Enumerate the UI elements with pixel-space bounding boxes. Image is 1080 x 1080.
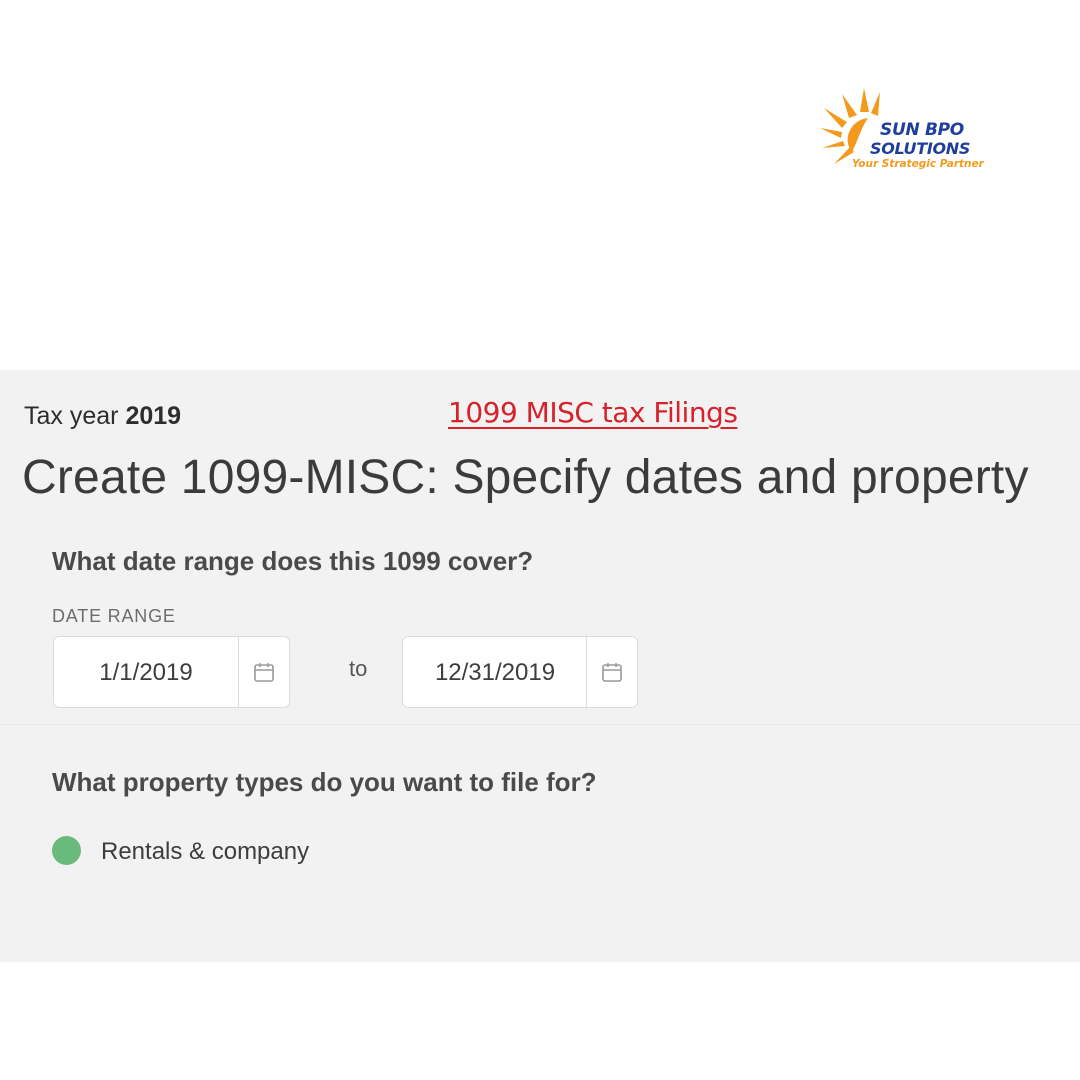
calendar-icon[interactable] — [586, 637, 637, 707]
page-title: Create 1099-MISC: Specify dates and prop… — [22, 451, 1029, 504]
logo-text-line2: SOLUTIONS — [870, 139, 971, 158]
selected-radio-icon[interactable] — [52, 836, 81, 865]
logo-text-line1: SUN BPO — [880, 120, 964, 140]
logo-tagline: Your Strategic Partner — [852, 158, 984, 170]
property-option-label[interactable]: Rentals & company — [101, 838, 309, 866]
date-range-question: What date range does this 1099 cover? — [52, 546, 534, 576]
date-range-label: DATE RANGE — [52, 606, 176, 626]
end-date-value[interactable]: 12/31/2019 — [403, 637, 587, 707]
end-date-field[interactable]: 12/31/2019 — [402, 636, 638, 708]
tax-year-header: Tax year 2019 — [24, 402, 181, 431]
section-divider — [0, 724, 1080, 725]
overlay-title: 1099 MISC tax Filings — [448, 396, 738, 429]
property-types-question: What property types do you want to file … — [52, 767, 597, 797]
sun-bpo-logo: SUN BPO SOLUTIONS Your Strategic Partner — [812, 84, 992, 180]
calendar-icon[interactable] — [238, 637, 289, 707]
tax-year-value: 2019 — [125, 402, 182, 430]
date-range-to-label: to — [349, 656, 368, 681]
tax-year-label: Tax year — [24, 402, 119, 430]
form-panel: Tax year 2019 1099 MISC tax Filings Crea… — [0, 370, 1080, 962]
start-date-value[interactable]: 1/1/2019 — [54, 637, 238, 707]
start-date-field[interactable]: 1/1/2019 — [53, 636, 290, 708]
